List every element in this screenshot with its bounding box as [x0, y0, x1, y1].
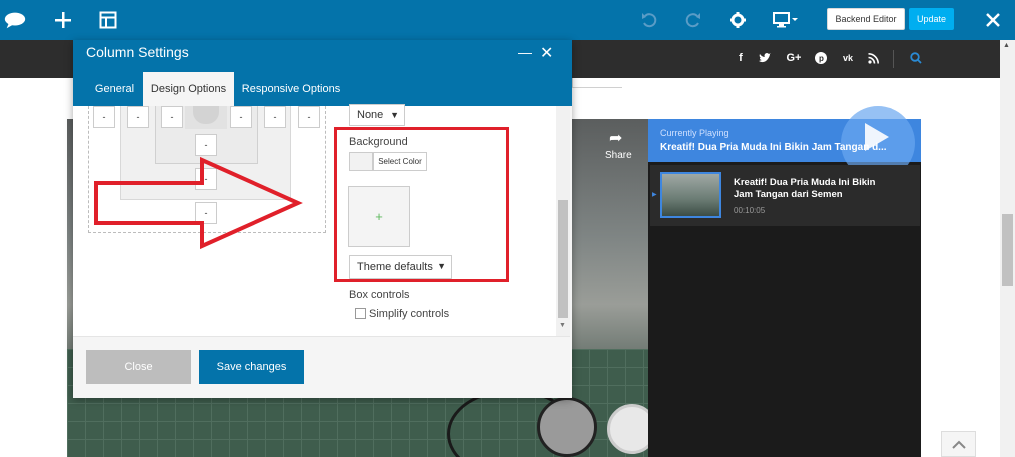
header-divider: [893, 50, 894, 68]
content-outline: [572, 78, 622, 88]
pinterest-icon[interactable]: p: [814, 51, 828, 65]
twitter-icon[interactable]: [758, 51, 772, 65]
simplify-controls-label[interactable]: Simplify controls: [369, 308, 449, 320]
minimize-icon[interactable]: —: [518, 44, 532, 60]
facebook-icon[interactable]: f: [734, 51, 748, 65]
responsive-monitor-icon[interactable]: [771, 8, 801, 32]
add-icon[interactable]: [51, 8, 75, 32]
padding-left-input[interactable]: -: [161, 106, 183, 128]
settings-gear-icon[interactable]: [726, 8, 750, 32]
share-arrow-icon[interactable]: ➦: [609, 128, 622, 148]
backend-editor-button[interactable]: Backend Editor: [827, 8, 905, 30]
border-right-input[interactable]: -: [264, 106, 286, 128]
logo-cloud-icon[interactable]: [3, 8, 27, 32]
tab-general[interactable]: General: [87, 72, 142, 106]
share-label[interactable]: Share: [605, 150, 632, 161]
search-icon[interactable]: [909, 51, 923, 65]
modal-close-icon[interactable]: ✕: [540, 43, 553, 63]
simplify-controls-checkbox[interactable]: [355, 308, 366, 319]
update-button[interactable]: Update: [909, 8, 954, 30]
modal-scrollbar-thumb[interactable]: [558, 200, 568, 318]
chevron-up-icon: [951, 440, 966, 449]
scroll-up-arrow-icon[interactable]: ▲: [1003, 42, 1010, 49]
back-to-top-button[interactable]: [941, 431, 976, 457]
page-scrollbar-thumb[interactable]: [1002, 214, 1013, 286]
margin-right-input[interactable]: -: [298, 106, 320, 128]
redo-icon[interactable]: [681, 8, 705, 32]
svg-text:p: p: [819, 54, 824, 63]
gauge: [537, 397, 597, 457]
save-changes-button[interactable]: Save changes: [199, 350, 304, 384]
margin-left-input[interactable]: -: [93, 106, 115, 128]
undo-icon[interactable]: [637, 8, 661, 32]
close-button[interactable]: Close: [86, 350, 191, 384]
border-style-value: None: [357, 109, 384, 121]
google-plus-icon[interactable]: G+: [784, 51, 804, 65]
chevron-down-icon: ▼: [390, 110, 399, 120]
rss-icon[interactable]: [866, 51, 880, 65]
close-icon[interactable]: [981, 8, 1005, 32]
current-video-title: Kreatif! Dua Pria Muda Ini Bikin Jam Tan…: [660, 142, 887, 153]
padding-right-input[interactable]: -: [230, 106, 252, 128]
highlight-box: [334, 127, 509, 282]
currently-playing-label: Currently Playing: [660, 128, 729, 138]
modal-title: Column Settings: [86, 44, 189, 60]
box-controls-label: Box controls: [349, 289, 410, 301]
layout-icon[interactable]: [96, 8, 120, 32]
playing-marker-icon: ▶: [652, 192, 657, 198]
playlist-thumbnail[interactable]: [660, 172, 721, 218]
border-style-select[interactable]: None ▼: [349, 104, 405, 126]
vk-icon[interactable]: vk: [839, 51, 857, 65]
tab-design-options[interactable]: Design Options: [143, 72, 234, 106]
padding-bottom-input[interactable]: -: [195, 134, 217, 156]
playlist-item-duration: 00:10:05: [734, 206, 766, 215]
playlist-item-title[interactable]: Kreatif! Dua Pria Muda Ini Bikin Jam Tan…: [734, 177, 894, 201]
border-left-input[interactable]: -: [127, 106, 149, 128]
scroll-down-arrow-icon[interactable]: ▼: [559, 322, 566, 329]
tab-responsive-options[interactable]: Responsive Options: [240, 72, 342, 106]
annotation-arrow-icon: [94, 156, 303, 250]
